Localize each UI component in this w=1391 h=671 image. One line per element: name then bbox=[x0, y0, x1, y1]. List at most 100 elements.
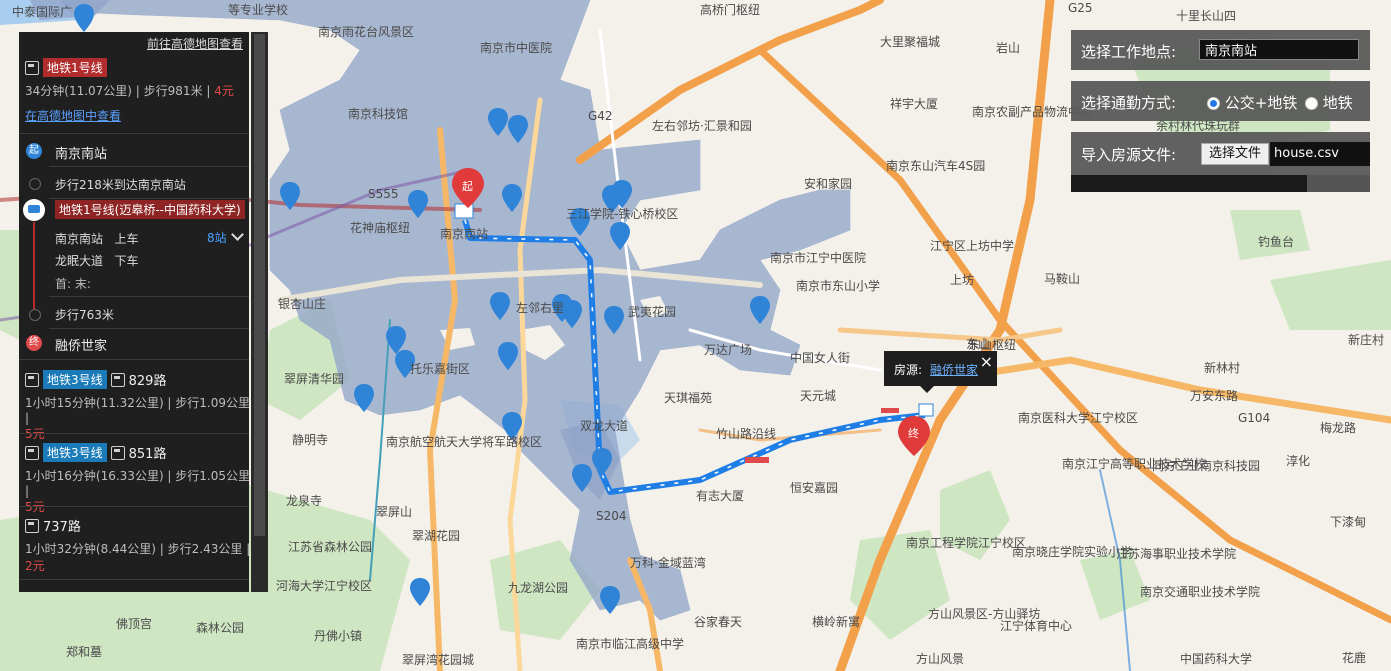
map-label: 万安东路 bbox=[1190, 388, 1238, 403]
metro-icon bbox=[25, 60, 39, 75]
house-name-link[interactable]: 融侨世家 bbox=[930, 361, 978, 378]
map-label: 恒安嘉园 bbox=[790, 480, 838, 495]
map-label: 丹佛小镇 bbox=[314, 629, 362, 643]
route-summary: 34分钟(11.07公里) | 步行981米 | 4元 bbox=[25, 84, 234, 98]
board-station: 南京南站 上车 bbox=[55, 232, 139, 246]
map-label: 江宁区上坊中学 bbox=[930, 238, 1014, 253]
map-label: 南京市江宁中医院 bbox=[770, 250, 866, 265]
map-label: S555 bbox=[368, 187, 399, 201]
map-label: 等专业学校 bbox=[228, 2, 288, 17]
divider bbox=[19, 433, 249, 434]
bus-icon bbox=[110, 372, 125, 387]
import-progress-bar bbox=[1071, 175, 1370, 192]
map-label: 森林公园 bbox=[196, 620, 244, 635]
map-label: 岩山 bbox=[996, 40, 1020, 55]
map-label: 南京工程学院江宁校区 bbox=[906, 535, 1026, 550]
end-dot: 终 bbox=[26, 335, 42, 351]
map-label: 南京医科大学江宁校区 bbox=[1018, 410, 1138, 425]
commute-mode-label: 选择通勤方式: bbox=[1081, 94, 1177, 112]
map-label: 淳化 bbox=[1286, 453, 1310, 468]
map-label: 江苏省森林公园 bbox=[288, 539, 372, 554]
alight-station: 龙眠大道 下车 bbox=[55, 254, 139, 268]
map-label: 郑和墓 bbox=[66, 644, 102, 659]
map-label: 九龙湖公园 bbox=[508, 580, 568, 595]
map-label: 万达广场 bbox=[704, 343, 752, 357]
commute-mode-panel: 选择通勤方式: 公交+地铁 地铁 bbox=[1071, 81, 1370, 121]
map-label: G42 bbox=[588, 109, 613, 123]
radio-unchecked-icon[interactable] bbox=[1305, 97, 1318, 110]
map-label: 新林村 bbox=[1204, 360, 1240, 375]
map-label: 南京科技馆 bbox=[348, 106, 408, 121]
map-label: 托乐嘉街区 bbox=[410, 362, 470, 376]
map-label: 十里长山四 bbox=[1176, 9, 1236, 23]
map-label: 银杏山庄 bbox=[278, 296, 326, 311]
open-amap-link[interactable]: 前往高德地图查看 bbox=[147, 35, 243, 52]
map-label: 双龙大道 bbox=[580, 419, 628, 433]
metro-line-full: 地铁1号线(迈皋桥--中国药科大学) bbox=[55, 200, 245, 219]
map-label: 中泰国际广 bbox=[12, 4, 72, 19]
route-panel-scrollbar[interactable] bbox=[251, 32, 268, 592]
map-label: 花鹿 bbox=[1342, 650, 1366, 665]
divider bbox=[19, 133, 249, 134]
map-label: 同方工业南京科技园 bbox=[1152, 458, 1260, 473]
route-summary: 1小时15分钟(11.32公里) | 步行1.09公里 | 5元 bbox=[25, 396, 249, 441]
line-badge: 地铁3号线 bbox=[43, 370, 107, 389]
map-label: 南京市临江高级中学 bbox=[576, 636, 684, 651]
work-location-label: 选择工作地点: bbox=[1081, 43, 1177, 61]
map-label: 左右邻坊·汇景和园 bbox=[652, 118, 752, 133]
svg-text:起: 起 bbox=[462, 180, 473, 193]
mode-option-bus-metro[interactable]: 公交+地铁 bbox=[1207, 92, 1297, 113]
map-label: 武夷花园 bbox=[628, 304, 676, 319]
close-icon[interactable]: × bbox=[980, 352, 993, 371]
map-label: 横岭新寓 bbox=[812, 614, 860, 629]
map-label: 下漆甸 bbox=[1330, 515, 1366, 529]
route-summary: 1小时16分钟(16.33公里) | 步行1.05公里 | 5元 bbox=[25, 469, 249, 514]
metro-icon bbox=[25, 372, 39, 387]
route-option-selected[interactable]: 地铁1号线 34分钟(11.07公里) | 步行981米 | 4元 在高德地图中… bbox=[25, 58, 249, 124]
map-label: 翠屏湾花园城 bbox=[402, 652, 474, 667]
work-location-input[interactable] bbox=[1199, 39, 1359, 60]
map-label: 河海大学江宁校区 bbox=[276, 578, 372, 593]
route-option[interactable]: 地铁3号线 829路 1小时15分钟(11.32公里) | 步行1.09公里 |… bbox=[25, 370, 249, 442]
divider bbox=[49, 166, 249, 167]
start-station: 南京南站 bbox=[55, 147, 108, 162]
mode-option-metro[interactable]: 地铁 bbox=[1305, 92, 1353, 113]
divider bbox=[49, 328, 249, 329]
divider bbox=[49, 198, 249, 199]
bus-line: 737路 bbox=[43, 520, 81, 535]
choose-file-button[interactable]: 选择文件 bbox=[1201, 143, 1269, 165]
map-label: 南京交通职业技术学院 bbox=[1140, 584, 1260, 599]
map-label: G25 bbox=[1068, 1, 1093, 15]
map-label: 有志大厦 bbox=[696, 489, 744, 503]
map-label: 南京航空航天大学将军路校区 bbox=[386, 434, 542, 449]
map-label: 竹山路沿线 bbox=[716, 426, 776, 441]
map-label: 万科·金域蓝湾 bbox=[630, 555, 706, 570]
map-label: 翠湖花园 bbox=[412, 528, 460, 543]
route-option[interactable]: 737路 1小时32分钟(8.44公里) | 步行2.43公里 | 2元 bbox=[25, 516, 249, 574]
scrollbar-thumb[interactable] bbox=[254, 34, 265, 536]
house-popup: 房源: 融侨世家 × bbox=[884, 351, 997, 393]
map-label: 新庄村 bbox=[1348, 332, 1384, 347]
bus-line: 829路 bbox=[128, 374, 167, 389]
map-label: 方山风景 bbox=[916, 651, 964, 666]
bus-line: 851路 bbox=[128, 447, 167, 462]
divider bbox=[19, 579, 249, 580]
bus-icon bbox=[110, 445, 125, 460]
view-in-amap-link[interactable]: 在高德地图中查看 bbox=[25, 109, 121, 123]
radio-checked-icon[interactable] bbox=[1207, 97, 1220, 110]
line-badge: 地铁1号线 bbox=[43, 58, 107, 77]
line-badge: 地铁3号线 bbox=[43, 443, 107, 462]
map-label: 佛顶宫 bbox=[116, 616, 152, 631]
route-option[interactable]: 地铁3号线 851路 1小时16分钟(16.33公里) | 步行1.05公里 |… bbox=[25, 443, 249, 515]
import-file-label: 导入房源文件: bbox=[1081, 146, 1177, 164]
map-label: 谷家春天 bbox=[694, 614, 742, 629]
stops-toggle[interactable]: 8站 bbox=[207, 228, 244, 246]
map-label: 大里聚福城 bbox=[880, 34, 940, 49]
first-last-time: 首: 末: bbox=[55, 277, 91, 291]
end-station: 融侨世家 bbox=[55, 339, 108, 354]
file-name: house.csv bbox=[1270, 142, 1370, 166]
divider bbox=[19, 506, 249, 507]
map-label: 南京市中医院 bbox=[480, 40, 552, 55]
map-label: 左邻右里 bbox=[516, 300, 564, 315]
metro-step-icon bbox=[23, 199, 45, 221]
